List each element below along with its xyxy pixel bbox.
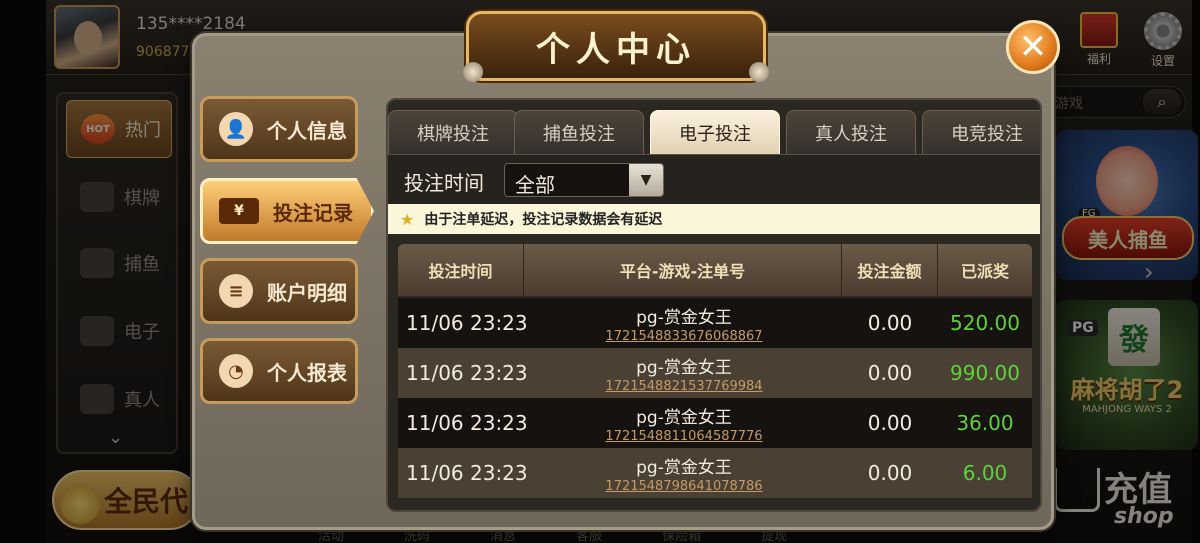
table-row: 11/06 23:23 pg-赏金女王 1721548821537769984 … xyxy=(398,348,1032,398)
user-icon: 👤 xyxy=(219,112,253,146)
tab-live-bets[interactable]: 真人投注 xyxy=(786,110,916,154)
payout: 6.00 xyxy=(962,461,1008,485)
modal-title: 个人中心 xyxy=(463,11,769,82)
game-cell: pg-赏金女王 1721548811064587776 xyxy=(524,398,844,448)
menu-label: 账户明细 xyxy=(267,280,347,305)
bet-amount: 0.00 xyxy=(867,461,913,485)
col-platform-game-order: 平台-游戏-注单号 xyxy=(524,244,842,296)
payout: 36.00 xyxy=(956,411,1014,435)
tab-slots-bets[interactable]: 电子投注 xyxy=(650,110,780,154)
order-number-link[interactable]: 1721548811064587776 xyxy=(605,429,762,444)
menu-label: 投注记录 xyxy=(273,200,353,225)
star-icon: ★ xyxy=(400,209,415,229)
modal-title-text: 个人中心 xyxy=(536,29,696,70)
game-cell: pg-赏金女王 1721548798641078786 xyxy=(524,448,844,498)
menu-personal-info[interactable]: 👤 个人信息 xyxy=(200,96,358,162)
menu-label: 个人信息 xyxy=(267,118,347,143)
order-number-link[interactable]: 1721548821537769984 xyxy=(605,379,762,394)
account-detail-icon: ≡ xyxy=(219,274,253,308)
bolt-decoration-icon xyxy=(463,62,483,82)
bet-time-label: 投注时间 xyxy=(404,171,484,195)
game-name: pg-赏金女王 xyxy=(636,407,732,428)
bolt-decoration-icon xyxy=(749,62,769,82)
menu-label: 个人报表 xyxy=(267,360,347,385)
game-cell: pg-赏金女王 1721548833676068867 xyxy=(524,298,844,348)
notice-text: 由于注单延迟，投注记录数据会有延迟 xyxy=(424,212,663,228)
table-row: 11/06 23:23 pg-赏金女王 1721548811064587776 … xyxy=(398,398,1032,448)
pie-chart-icon: ◔ xyxy=(219,354,253,388)
game-name: pg-赏金女王 xyxy=(636,357,732,378)
menu-personal-report[interactable]: ◔ 个人报表 xyxy=(200,338,358,404)
delay-notice: ★ 由于注单延迟，投注记录数据会有延迟 xyxy=(388,204,1040,234)
payout: 990.00 xyxy=(950,361,1020,385)
bet-type-tabs: 棋牌投注 捕鱼投注 电子投注 真人投注 电竞投注 xyxy=(388,110,1040,154)
col-payout: 已派奖 xyxy=(960,262,1009,281)
menu-account-detail[interactable]: ≡ 账户明细 xyxy=(200,258,358,324)
table-row: 11/06 23:23 pg-赏金女王 1721548833676068867 … xyxy=(398,298,1032,348)
bet-record-icon: ¥ xyxy=(219,198,259,224)
chevron-down-icon[interactable]: ▼ xyxy=(629,164,663,196)
table-row: 11/06 23:23 pg-赏金女王 1721548798641078786 … xyxy=(398,448,1032,498)
game-name: pg-赏金女王 xyxy=(636,307,732,328)
bet-time-select[interactable]: 全部 ▼ xyxy=(504,163,664,197)
tab-cards-bets[interactable]: 棋牌投注 xyxy=(388,110,518,154)
filter-row: 投注时间 全部 ▼ xyxy=(388,154,1040,204)
game-name: pg-赏金女王 xyxy=(636,457,732,478)
payout: 520.00 xyxy=(950,311,1020,335)
bet-amount: 0.00 xyxy=(867,411,913,435)
tab-esports-bets[interactable]: 电竞投注 xyxy=(922,110,1040,154)
bet-time-value: 全部 xyxy=(515,173,555,197)
game-cell: pg-赏金女王 1721548821537769984 xyxy=(524,348,844,398)
menu-bet-record[interactable]: ¥ 投注记录 xyxy=(200,178,374,244)
tab-fishing-bets[interactable]: 捕鱼投注 xyxy=(514,110,644,154)
order-number-link[interactable]: 1721548833676068867 xyxy=(605,329,762,344)
bet-record-panel: 棋牌投注 捕鱼投注 电子投注 真人投注 电竞投注 投注时间 全部 ▼ ★ 由于注… xyxy=(386,98,1042,512)
bet-amount: 0.00 xyxy=(867,361,913,385)
bet-record-table: 投注时间 平台-游戏-注单号 投注金额 已派奖 11/06 23:23 pg-赏… xyxy=(398,244,1032,506)
close-icon[interactable]: ✕ xyxy=(1006,20,1060,74)
bet-amount: 0.00 xyxy=(867,311,913,335)
col-bet-time: 投注时间 xyxy=(398,244,524,296)
table-header: 投注时间 平台-游戏-注单号 投注金额 已派奖 xyxy=(398,244,1032,296)
order-number-link[interactable]: 1721548798641078786 xyxy=(605,479,762,494)
col-bet-amount: 投注金额 xyxy=(842,244,938,296)
